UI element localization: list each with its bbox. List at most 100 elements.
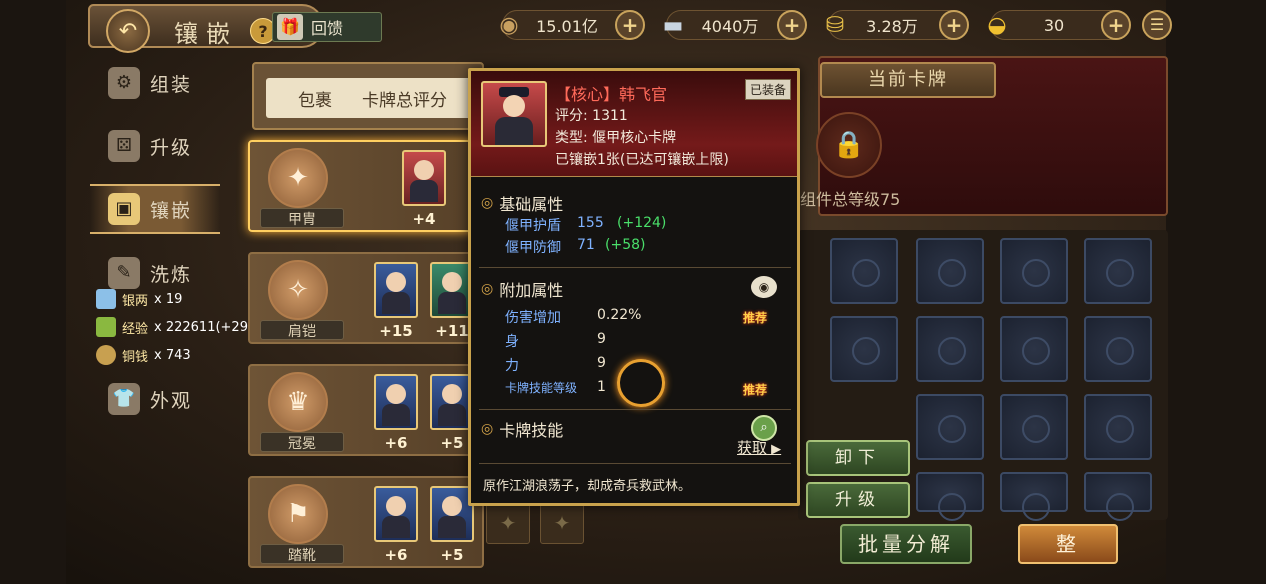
tooltip-header: 【核心】韩飞官 已装备 评分: 1311 类型: 偃甲核心卡牌 已镶嵌1张(已达… (471, 71, 797, 177)
nav-item-appearance[interactable]: 👕 外观 (90, 374, 220, 424)
equip-tabs: 包裹 卡牌总评分 (252, 62, 484, 130)
base-attr-title: ◎ 基础属性 (481, 191, 563, 215)
menu-button[interactable]: ☰ (1142, 10, 1172, 40)
grid-card-slot[interactable] (916, 472, 984, 521)
feedback-button[interactable]: 🎁 回馈 (272, 12, 382, 42)
equip-slot-armor[interactable]: ✦ 甲胄 +4 (248, 140, 484, 232)
get-link[interactable]: 获取 (737, 437, 781, 458)
card-level: +5 (440, 546, 464, 564)
equip-slot-shoulder[interactable]: ✧ 肩铠 +15 +11 (248, 252, 484, 344)
card-thumbnail[interactable] (374, 486, 418, 542)
back-button[interactable]: ↶ (106, 9, 150, 53)
tap-indicator-ring (617, 359, 665, 407)
grid-card-slot[interactable] (1084, 316, 1152, 382)
empty-card-slot[interactable]: ✦ (540, 500, 584, 544)
stat-bonus: (+124) (617, 215, 667, 231)
equip-slot-crown[interactable]: ♛ 冠冕 +6 +5 (248, 364, 484, 456)
grid-card-slot[interactable] (916, 238, 984, 304)
gift-icon: 🎁 (277, 14, 303, 40)
stat-value: 155 (577, 215, 604, 231)
back-arrow-icon: ↶ (118, 18, 138, 44)
grid-card-slot[interactable] (916, 394, 984, 460)
stat-bonus: (+58) (605, 237, 646, 253)
nav-label: 组装 (150, 73, 193, 96)
nav-item-assemble[interactable]: ⚙ 组装 (90, 58, 220, 108)
grid-card-slot[interactable] (1000, 238, 1068, 304)
recommend-badge: 推荐 (743, 383, 768, 397)
grid-card-slot[interactable] (1000, 394, 1068, 460)
grid-card-slot[interactable] (1000, 472, 1068, 521)
add-silver-button[interactable]: + (777, 10, 807, 40)
grid-card-slot[interactable] (1084, 472, 1152, 521)
feedback-label: 回馈 (311, 19, 344, 38)
stat-name: 卡牌技能等级 (505, 381, 578, 395)
grid-card-slot[interactable] (916, 316, 984, 382)
card-thumbnail[interactable] (402, 150, 446, 206)
recommend-badge: 推荐 (743, 311, 768, 325)
divider (479, 409, 791, 410)
cloud-icon: ◎ (481, 281, 494, 297)
add-gold-button[interactable]: + (939, 10, 969, 40)
sort-button[interactable]: 整 (1018, 524, 1118, 564)
armor-icon: ✦ (268, 148, 328, 208)
stat-name: 偃甲护盾 (505, 218, 561, 234)
nav-item-inlay[interactable]: ▣ 镶嵌 (90, 184, 220, 234)
tab-bag[interactable]: 包裹 (298, 86, 332, 111)
grid-card-slot[interactable] (1084, 394, 1152, 460)
slot-label: 冠冕 (260, 432, 344, 452)
resource-coin: ◉ 15.01亿 + (499, 10, 645, 40)
lock-icon: 🔒 (816, 112, 882, 178)
card-portrait (481, 81, 547, 147)
extra-attr-title: ◎ 附加属性 (481, 277, 563, 301)
stat-value: 71 (577, 237, 595, 253)
stat-name: 偃甲防御 (505, 240, 561, 256)
empty-card-slot[interactable]: ✦ (486, 500, 530, 544)
nav-item-upgrade[interactable]: ⚄ 升级 (90, 121, 220, 171)
stat-value: 0.22% (597, 307, 642, 323)
unload-button[interactable]: 卸下 (806, 440, 910, 476)
reward-name: 铜钱 (122, 349, 149, 365)
dice-icon: ⚄ (108, 130, 140, 162)
reward-exp: 经验 x 222611(+298%) (94, 316, 274, 338)
total-level-text: 组件总等级75 (800, 190, 901, 209)
equip-slot-boots[interactable]: ⚑ 踏靴 +6 +5 (248, 476, 484, 568)
tab-score[interactable]: 卡牌总评分 (362, 86, 447, 111)
equipped-badge: 已装备 (744, 79, 791, 100)
resource-gold-ingot: ⛁ 3.28万 + (826, 10, 969, 40)
batch-decompose-button[interactable]: 批量分解 (840, 524, 972, 564)
card-description: 原作江湖浪荡子，却成奇兵救武林。 (483, 479, 692, 494)
copper-coin-icon (96, 345, 116, 365)
add-coin-button[interactable]: + (615, 10, 645, 40)
exp-icon (96, 317, 116, 337)
silver-icon (96, 289, 116, 309)
divider (479, 463, 791, 464)
grid-card-slot[interactable] (1084, 238, 1152, 304)
silver-ingot-icon: ▬ (662, 12, 684, 38)
cloud-icon: ◎ (481, 421, 494, 437)
card-thumbnail[interactable] (374, 262, 418, 318)
nav-label: 外观 (150, 389, 193, 412)
reward-copper: 铜钱 x 743 (94, 344, 234, 366)
current-card-title: 当前卡牌 (820, 62, 996, 98)
card-grid (798, 230, 1168, 521)
gear-icon: ⚙ (108, 67, 140, 99)
card-thumbnail[interactable] (374, 374, 418, 430)
stat-value: 9 (597, 331, 606, 347)
grid-card-slot[interactable] (1000, 316, 1068, 382)
base-attr-label: 基础属性 (499, 195, 564, 214)
card-level: +15 (379, 322, 413, 340)
grid-card-slot[interactable] (830, 238, 898, 304)
nav-label: 洗炼 (150, 263, 193, 286)
add-yuanbao-button[interactable]: + (1101, 10, 1131, 40)
gold-ingot-icon: ⛁ (825, 12, 845, 38)
grid-card-slot[interactable] (830, 316, 898, 382)
nav-label: 镶嵌 (150, 199, 193, 222)
coin-icon: ◉ (499, 12, 519, 38)
nav-label: 升级 (150, 136, 193, 159)
top-bar: ↶ 镶嵌 ? 🎁 回馈 ◉ 15.01亿 + ▬ 4040万 + ⛁ 3.28万… (66, 0, 1176, 53)
boots-icon: ⚑ (268, 484, 328, 544)
stat-value: 9 (597, 355, 606, 371)
game-screen: ↶ 镶嵌 ? 🎁 回馈 ◉ 15.01亿 + ▬ 4040万 + ⛁ 3.28万… (0, 0, 1266, 584)
eye-icon[interactable]: ◉ (751, 276, 777, 298)
upgrade-button[interactable]: 升级 (806, 482, 910, 518)
